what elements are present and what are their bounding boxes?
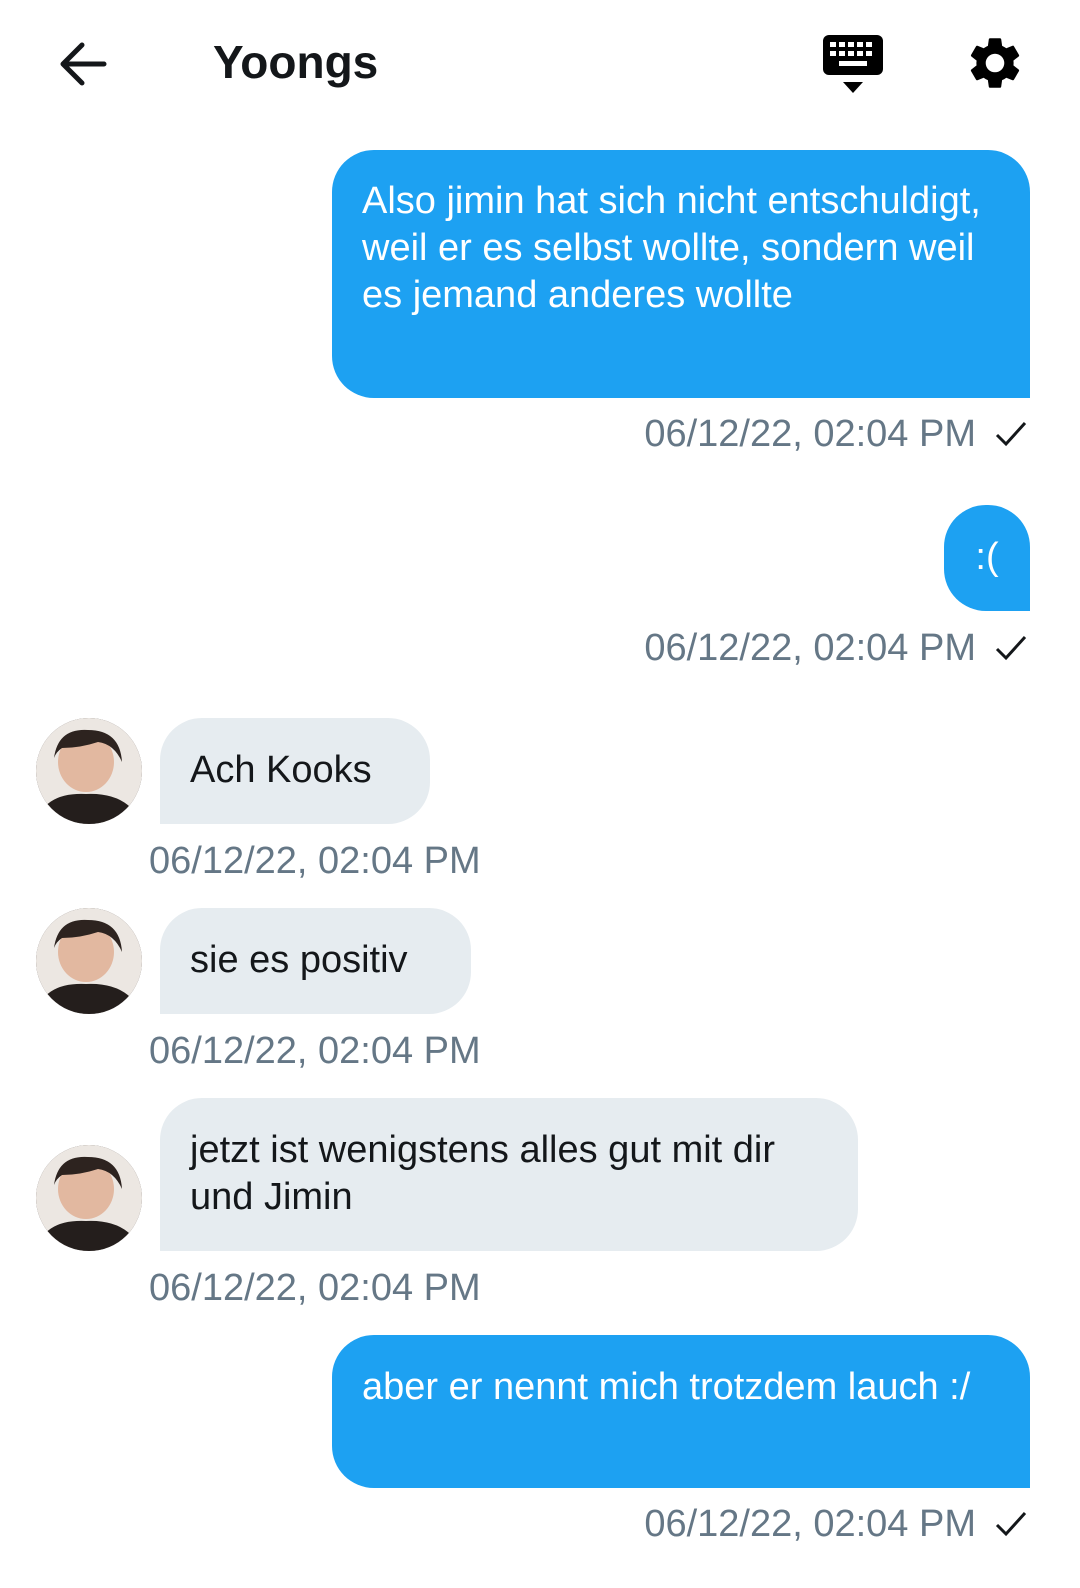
avatar-photo: [36, 1145, 142, 1251]
message-bubble-incoming[interactable]: Ach Kooks: [160, 718, 430, 824]
arrow-left-icon: [60, 42, 107, 86]
message-timestamp: 06/12/22, 02:04 PM: [149, 840, 481, 882]
message-timestamp: 06/12/22, 02:04 PM: [149, 1267, 481, 1309]
message-text: sie es positiv: [190, 939, 408, 981]
keyboard-button[interactable]: [820, 32, 886, 98]
message-timestamp: 06/12/22, 02:04 PM: [644, 627, 976, 669]
message-timestamp: 06/12/22, 02:04 PM: [644, 1503, 976, 1545]
message-text: Also jimin hat sich nicht entschuldigt, …: [362, 180, 981, 316]
message-text: aber er nennt mich trotzdem lauch :/: [362, 1366, 971, 1408]
message-meta: 06/12/22, 02:04 PM: [644, 412, 1028, 456]
message-meta: 06/12/22, 02:04 PM: [644, 626, 1028, 670]
keyboard-icon: [823, 35, 883, 93]
message-text: Ach Kooks: [190, 749, 372, 791]
gear-icon: [970, 38, 1020, 88]
sent-check-icon: [995, 635, 1027, 661]
avatar[interactable]: [36, 908, 142, 1014]
message-bubble-outgoing[interactable]: aber er nennt mich trotzdem lauch :/: [332, 1335, 1030, 1488]
avatar-photo: [36, 718, 142, 824]
conversation-title: Yoongs: [213, 36, 379, 88]
avatar-photo: [36, 908, 142, 1014]
message-timestamp: 06/12/22, 02:04 PM: [644, 413, 976, 455]
message-text: :(: [975, 536, 999, 578]
message-bubble-outgoing[interactable]: Also jimin hat sich nicht entschuldigt, …: [332, 150, 1030, 398]
message-timestamp: 06/12/22, 02:04 PM: [149, 1030, 481, 1072]
back-button[interactable]: [52, 34, 112, 94]
avatar[interactable]: [36, 718, 142, 824]
message-text: jetzt ist wenigstens alles gut mit dir u…: [190, 1129, 776, 1218]
sent-check-icon: [995, 421, 1027, 447]
message-bubble-incoming[interactable]: sie es positiv: [160, 908, 471, 1014]
sent-check-icon: [995, 1511, 1027, 1537]
chat-header: Yoongs: [0, 0, 1080, 125]
message-bubble-incoming[interactable]: jetzt ist wenigstens alles gut mit dir u…: [160, 1098, 858, 1251]
message-meta: 06/12/22, 02:04 PM: [644, 1502, 1028, 1546]
settings-button[interactable]: [964, 32, 1026, 94]
message-bubble-outgoing[interactable]: :(: [944, 505, 1030, 611]
avatar[interactable]: [36, 1145, 142, 1251]
